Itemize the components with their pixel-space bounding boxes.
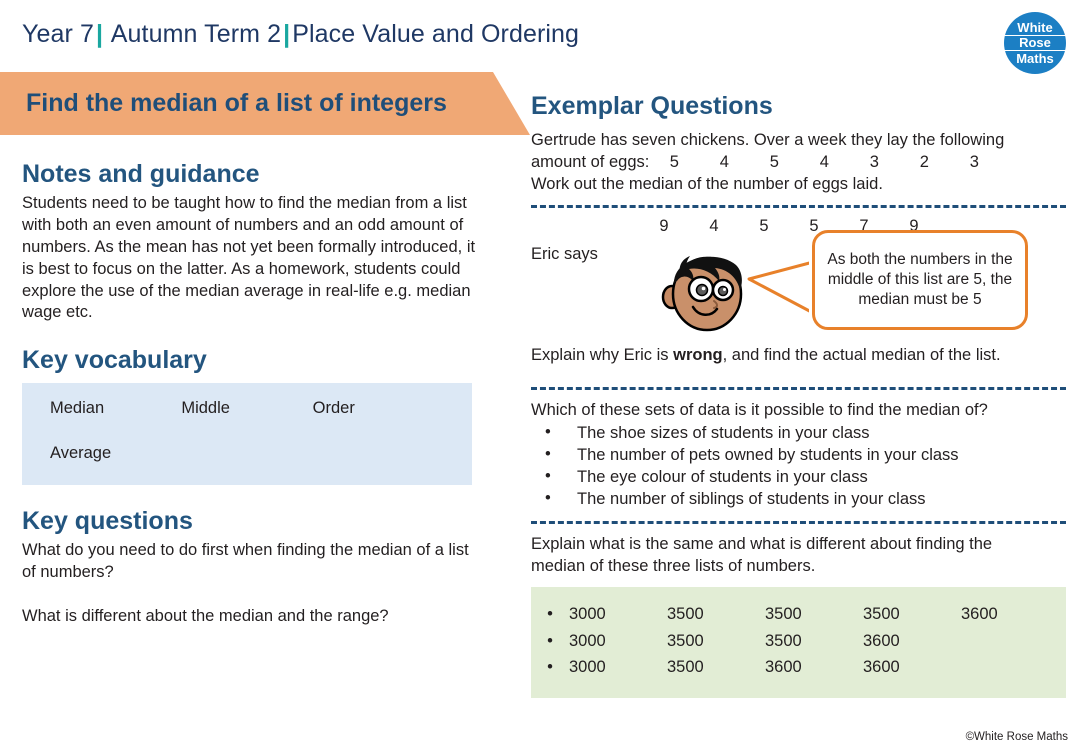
exemplar-question-3: Which of these sets of data is it possib…	[531, 399, 1066, 511]
question-1-label: amount of eggs:	[531, 152, 650, 171]
speech-bubble: As both the numbers in the middle of thi…	[812, 230, 1028, 331]
number-value: 3600	[765, 657, 802, 676]
question-1-line-1: Gertrude has seven chickens. Over a week…	[531, 130, 1005, 149]
question-3-options-list: The shoe sizes of students in your class…	[531, 422, 1066, 511]
question-1-line-3: Work out the median of the number of egg…	[531, 174, 883, 193]
logo-line-maths: Maths	[1016, 50, 1054, 66]
key-questions-heading: Key questions	[22, 507, 193, 536]
breadcrumb-header: Year 7| Autumn Term 2|Place Value and Or…	[22, 20, 579, 49]
instruction-part-1: Explain why Eric is	[531, 346, 674, 365]
eric-says-label: Eric says	[531, 245, 598, 264]
exemplar-question-2: 945579 Eric says As both the numbers in …	[531, 217, 1066, 377]
number-value: 3600	[961, 605, 998, 624]
instruction-part-2: , and find the actual median of the list…	[722, 346, 1001, 365]
list-item: The shoe sizes of students in your class	[531, 422, 1066, 445]
number-list-row: • 3000 3500 3500 3500 3600	[531, 601, 1066, 627]
number-value: 3500	[667, 657, 704, 676]
number-value: 3	[869, 152, 879, 171]
header-separator-2: |	[283, 20, 291, 48]
header-term: Autumn Term 2	[110, 20, 282, 48]
vocabulary-term: Middle	[181, 399, 230, 418]
question-1-line-2: amount of eggs: 5 4 5 4 3 2 3	[531, 151, 1066, 173]
bullet-marker: •	[547, 631, 553, 650]
list-item: The number of siblings of students in yo…	[531, 488, 1066, 511]
number-value: 9	[659, 217, 669, 236]
question-3-prompt: Which of these sets of data is it possib…	[531, 401, 988, 420]
number-list-row: • 3000 3500 3600 3600	[531, 654, 1066, 680]
vocabulary-term: Order	[312, 399, 355, 418]
logo-line-white: White	[1017, 20, 1053, 36]
number-value: 3600	[863, 657, 900, 676]
notes-and-guidance-heading: Notes and guidance	[22, 160, 260, 188]
white-rose-maths-logo: White Rose Maths	[1004, 12, 1066, 74]
list-item: The eye colour of students in your class	[531, 466, 1066, 489]
question-4-prompt-line-2: median of these three lists of numbers.	[531, 557, 816, 576]
section-divider	[531, 205, 1066, 209]
vocabulary-term: Median	[50, 399, 105, 418]
section-divider	[531, 520, 1066, 524]
number-value: 3000	[569, 657, 606, 676]
question-1-number-list: 5 4 5 4 3 2 3	[649, 151, 999, 173]
number-value: 3600	[863, 631, 900, 650]
number-value: 3500	[765, 605, 802, 624]
number-value: 3500	[667, 605, 704, 624]
number-value: 3	[969, 152, 979, 171]
header-topic: Place Value and Ordering	[292, 20, 580, 48]
number-value: 5	[769, 152, 779, 171]
copyright-footer: ©White Rose Maths	[965, 731, 1068, 743]
exemplar-questions-heading: Exemplar Questions	[531, 92, 773, 120]
instruction-emphasis: wrong	[673, 346, 723, 365]
logo-line-rose: Rose	[1004, 35, 1066, 51]
number-lists-box: • 3000 3500 3500 3500 3600 • 3000 3500 3…	[531, 587, 1066, 699]
number-value: 3000	[569, 605, 606, 624]
speech-bubble-text: As both the numbers in the middle of thi…	[827, 251, 1013, 308]
header-separator-1: |	[95, 20, 104, 48]
notes-and-guidance-text: Students need to be taught how to find t…	[22, 193, 476, 322]
key-question-1: What do you need to do first when findin…	[22, 540, 469, 581]
vocabulary-term	[313, 444, 444, 463]
number-value: 4	[819, 152, 829, 171]
key-vocabulary-heading: Key vocabulary	[22, 346, 207, 375]
number-value: 5	[669, 152, 679, 171]
question-4-prompt-line-1: Explain what is the same and what is dif…	[531, 534, 993, 553]
lesson-title-banner: Find the median of a list of integers	[0, 72, 530, 135]
speech-bubble-tail	[731, 253, 821, 323]
key-vocabulary-box: Median Middle Order Average	[22, 383, 472, 486]
key-question-2: What is different about the median and t…	[22, 606, 389, 625]
list-item: The number of pets owned by students in …	[531, 444, 1066, 467]
vocabulary-term: Average	[50, 444, 112, 463]
lesson-title: Find the median of a list of integers	[26, 89, 447, 117]
number-value: 4	[709, 217, 719, 236]
header-year: Year 7	[22, 20, 94, 48]
vocabulary-term	[181, 444, 312, 463]
number-value: 3500	[765, 631, 802, 650]
section-divider	[531, 387, 1066, 391]
vocabulary-row: Average	[50, 444, 444, 463]
number-value: 5	[759, 217, 769, 236]
exemplar-question-4: Explain what is the same and what is dif…	[531, 533, 1066, 699]
bullet-marker: •	[547, 605, 553, 624]
number-value: 3000	[569, 631, 606, 650]
number-value: 4	[719, 152, 729, 171]
number-value: 3500	[863, 605, 900, 624]
left-column: Notes and guidance Students need to be t…	[22, 160, 482, 628]
number-list-row: • 3000 3500 3500 3600	[531, 628, 1066, 654]
exemplar-question-1: Gertrude has seven chickens. Over a week…	[531, 129, 1066, 195]
bullet-marker: •	[547, 657, 553, 676]
vocabulary-row: Median Middle Order	[50, 399, 444, 418]
number-value: 2	[919, 152, 929, 171]
number-value: 3500	[667, 631, 704, 650]
question-2-instruction: Explain why Eric is wrong, and find the …	[531, 346, 1001, 365]
right-column: Exemplar Questions Gertrude has seven ch…	[531, 92, 1066, 699]
